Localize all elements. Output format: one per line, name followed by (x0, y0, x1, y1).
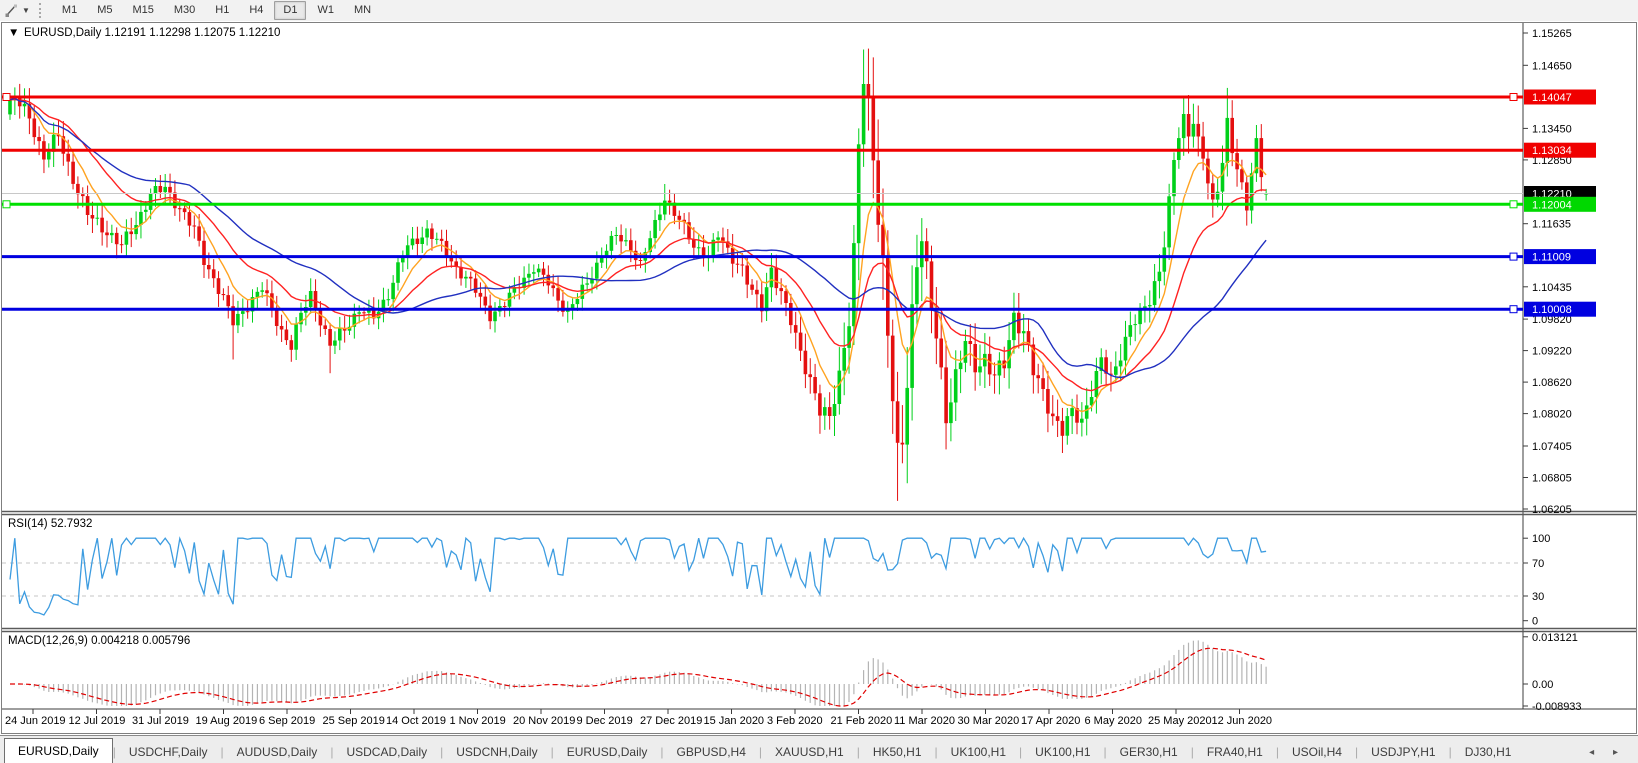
svg-text:11 Mar 2020: 11 Mar 2020 (894, 715, 955, 727)
price-badge: 1.12004 (1524, 196, 1596, 212)
svg-text:1.14650: 1.14650 (1532, 60, 1572, 72)
chart-tab-dj30-h1[interactable]: DJ30,H1 (1452, 741, 1525, 763)
svg-text:1.14047: 1.14047 (1532, 92, 1572, 104)
chart-tab-eurusd-daily[interactable]: EURUSD,Daily (554, 741, 661, 763)
svg-text:25 May 2020: 25 May 2020 (1148, 715, 1212, 727)
svg-text:17 Apr 2020: 17 Apr 2020 (1021, 715, 1080, 727)
trading-platform-window: ▼ M1 M5 M15 M30 H1 H4 D1 W1 MN 1.15265 1.14650 1.1… (0, 0, 1638, 763)
chart-tab-uk100-h1[interactable]: UK100,H1 (938, 741, 1019, 763)
svg-text:12 Jul 2019: 12 Jul 2019 (69, 715, 126, 727)
svg-text:20 Nov 2019: 20 Nov 2019 (513, 715, 575, 727)
price-badge: 1.10008 (1524, 301, 1596, 317)
svg-text:▼: ▼ (8, 27, 19, 39)
svg-text:EURUSD,Daily 1.12191 1.12298: EURUSD,Daily 1.12191 1.12298 1.12075 1.1… (24, 27, 280, 39)
svg-text:3 Feb 2020: 3 Feb 2020 (767, 715, 823, 727)
svg-text:1.08020: 1.08020 (1532, 409, 1572, 421)
svg-text:6 Sep 2019: 6 Sep 2019 (259, 715, 315, 727)
line-endpoint-marker (2, 200, 11, 209)
svg-text:100: 100 (1532, 533, 1550, 545)
chart-tab-bar: EURUSD,Daily | USDCHF,Daily | AUDUSD,Daily | U… (0, 735, 1638, 763)
svg-text:0: 0 (1532, 616, 1538, 628)
price-badge: 1.14047 (1524, 89, 1596, 105)
price-badge: 1.11009 (1524, 249, 1596, 265)
svg-text:0.00: 0.00 (1532, 679, 1553, 691)
svg-text:70: 70 (1532, 558, 1544, 570)
svg-text:1.08620: 1.08620 (1532, 377, 1572, 389)
rsi-label: RSI(14) 52.7932 (8, 518, 92, 530)
svg-text:1.10435: 1.10435 (1532, 282, 1572, 294)
svg-text:30: 30 (1532, 591, 1544, 603)
chart-tab-usdcnh-daily[interactable]: USDCNH,Daily (443, 741, 550, 763)
svg-text:1.11635: 1.11635 (1532, 219, 1571, 231)
svg-text:1 Nov 2019: 1 Nov 2019 (450, 715, 506, 727)
macd-label: MACD(12,26,9) 0.004218 0.005796 (8, 635, 190, 647)
svg-text:1.07405: 1.07405 (1532, 441, 1572, 453)
svg-text:1.11009: 1.11009 (1532, 252, 1571, 264)
chart-tab-fra40-h1[interactable]: FRA40,H1 (1194, 741, 1276, 763)
svg-text:19 Aug 2019: 19 Aug 2019 (196, 715, 258, 727)
chart-tab-hk50-h1[interactable]: HK50,H1 (860, 741, 935, 763)
chart-tabs: EURUSD,Daily | USDCHF,Daily | AUDUSD,Daily | U… (0, 738, 1524, 763)
chart-tab-usoil-h4[interactable]: USOil,H4 (1279, 741, 1355, 763)
chart-tab-usdjpy-h1[interactable]: USDJPY,H1 (1358, 741, 1448, 763)
svg-text:9 Dec 2019: 9 Dec 2019 (577, 715, 633, 727)
svg-text:14 Oct 2019: 14 Oct 2019 (386, 715, 446, 727)
chart-title: ▼ EURUSD,Daily 1.12191 1.12298 1.12075 1.… (8, 27, 280, 39)
chart-tab-xauusd-h1[interactable]: XAUUSD,H1 (762, 741, 857, 763)
chart-tab-audusd-daily[interactable]: AUDUSD,Daily (224, 741, 331, 763)
svg-text:30 Mar 2020: 30 Mar 2020 (958, 715, 1020, 727)
svg-text:25 Sep 2019: 25 Sep 2019 (323, 715, 385, 727)
chart-tab-ger30-h1[interactable]: GER30,H1 (1107, 741, 1191, 763)
line-endpoint-marker (2, 93, 11, 101)
svg-text:1.06805: 1.06805 (1532, 473, 1572, 485)
line-endpoint-marker (1509, 252, 1518, 261)
svg-text:-0.008933: -0.008933 (1532, 701, 1582, 713)
line-endpoint-marker (1509, 93, 1518, 101)
svg-text:1.06205: 1.06205 (1532, 504, 1572, 516)
chart-tab-gbpusd-h4[interactable]: GBPUSD,H4 (664, 741, 759, 763)
svg-text:1.10008: 1.10008 (1532, 304, 1572, 316)
svg-text:1.12004: 1.12004 (1532, 199, 1572, 211)
svg-text:24 Jun 2019: 24 Jun 2019 (5, 715, 66, 727)
price-badge: 1.13034 (1524, 142, 1596, 158)
svg-text:31 Jul 2019: 31 Jul 2019 (132, 715, 189, 727)
chart-tab-usdcad-daily[interactable]: USDCAD,Daily (333, 741, 440, 763)
chart-canvas[interactable]: 1.152651.146501.134501.128501.116351.104… (0, 0, 1638, 763)
chart-tab-uk100-h1[interactable]: UK100,H1 (1022, 741, 1103, 763)
line-endpoint-marker (1509, 200, 1518, 209)
line-endpoint-marker (1509, 305, 1518, 314)
svg-text:1.13034: 1.13034 (1532, 145, 1572, 157)
svg-text:6 May 2020: 6 May 2020 (1085, 715, 1142, 727)
tab-scroll-arrows[interactable]: ◂ ▸ (1589, 747, 1638, 763)
svg-text:1.09220: 1.09220 (1532, 346, 1572, 358)
svg-text:0.013121: 0.013121 (1532, 632, 1578, 644)
svg-text:21 Feb 2020: 21 Feb 2020 (831, 715, 893, 727)
svg-text:15 Jan 2020: 15 Jan 2020 (704, 715, 765, 727)
chart-tab-eurusd-daily[interactable]: EURUSD,Daily (4, 738, 113, 763)
chart-tab-usdchf-daily[interactable]: USDCHF,Daily (116, 741, 221, 763)
svg-text:1.13450: 1.13450 (1532, 123, 1572, 135)
svg-text:12 Jun 2020: 12 Jun 2020 (1212, 715, 1273, 727)
svg-text:27 Dec 2019: 27 Dec 2019 (640, 715, 702, 727)
svg-text:1.15265: 1.15265 (1532, 28, 1572, 40)
